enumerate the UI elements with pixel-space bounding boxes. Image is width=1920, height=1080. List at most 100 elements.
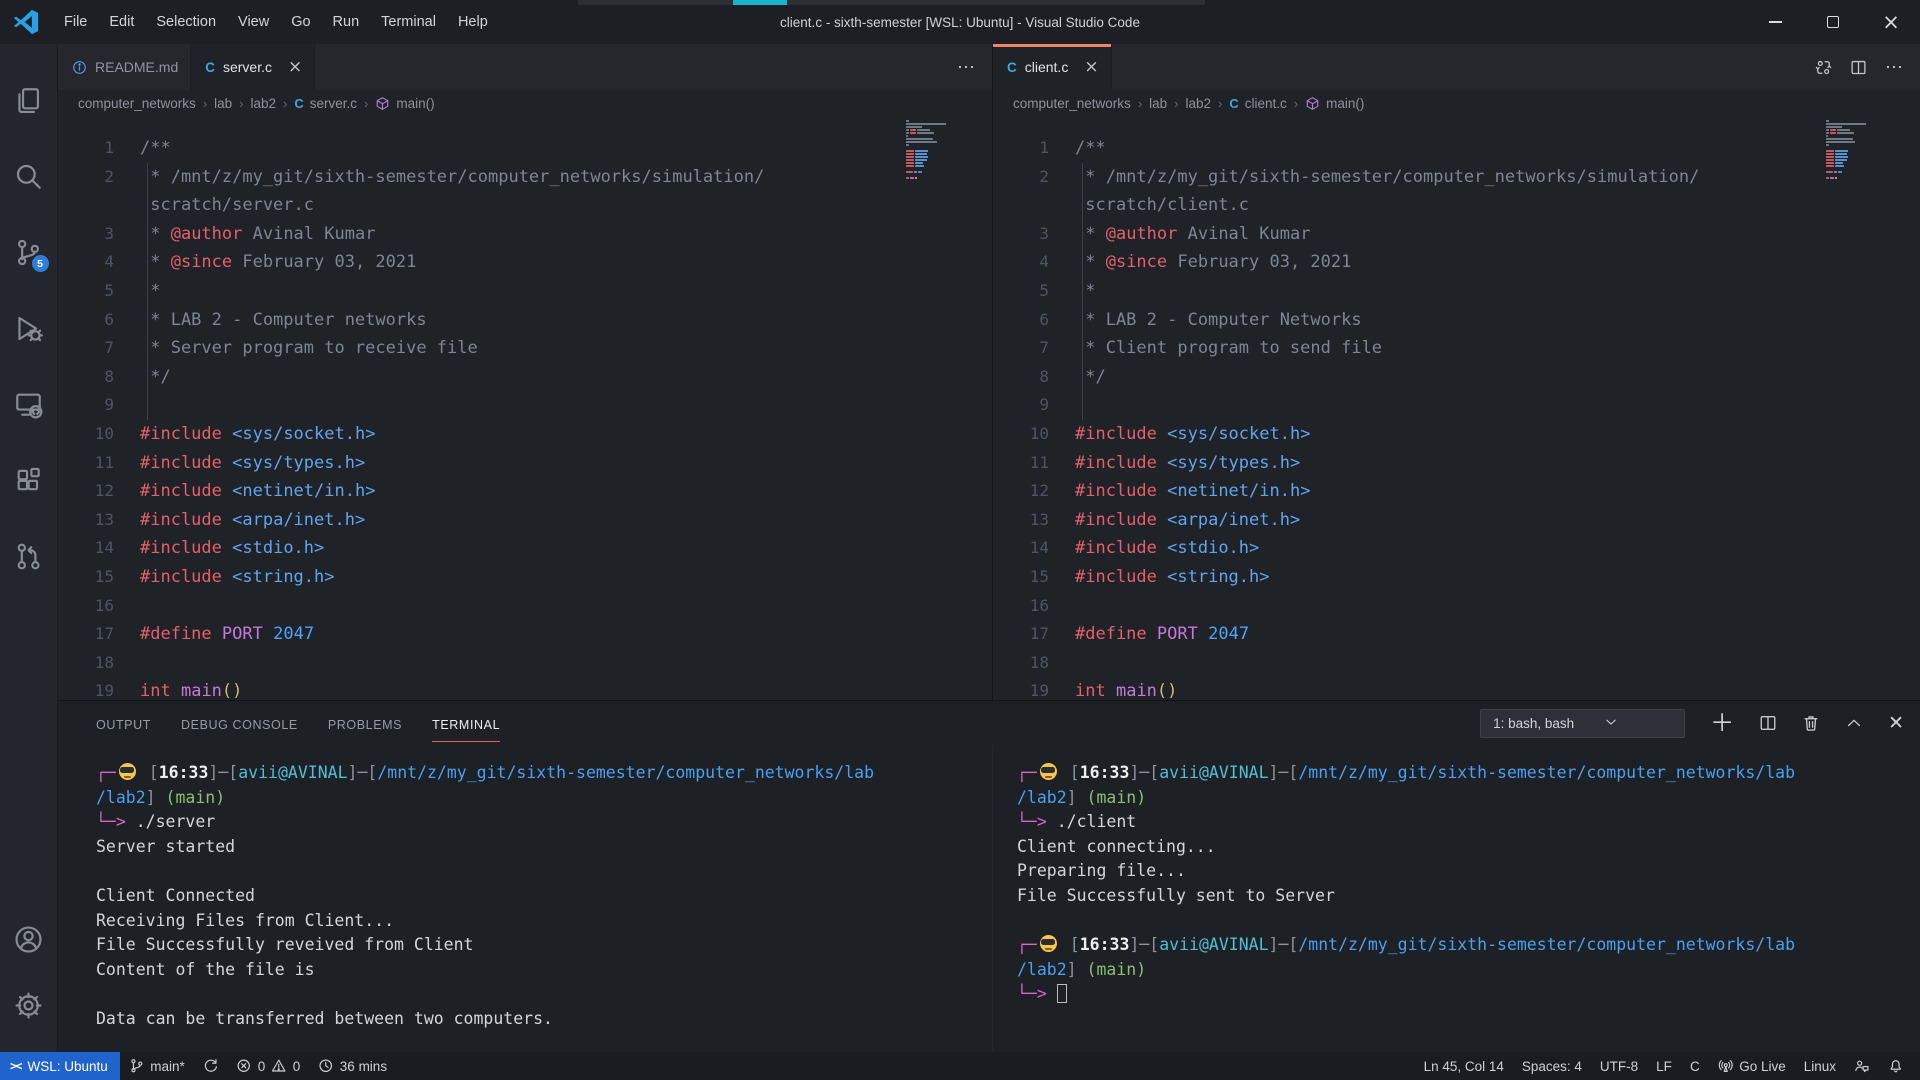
breadcrumb-item[interactable]: computer_networks	[78, 96, 196, 111]
menu-help[interactable]: Help	[447, 8, 499, 36]
panel-tab-output[interactable]: OUTPUT	[96, 705, 151, 742]
close-panel-icon[interactable]: ✕	[1888, 714, 1904, 733]
remote-indicator[interactable]: >< WSL: Ubuntu	[0, 1052, 120, 1080]
line-number: 14	[58, 534, 140, 563]
tab-label: server.c	[223, 59, 272, 75]
activity-settings[interactable]	[0, 972, 58, 1038]
terminal-cursor	[1057, 984, 1067, 1003]
indentation[interactable]: Spaces: 4	[1513, 1052, 1591, 1080]
terminal-line: /lab2] (main)	[1017, 958, 1920, 983]
status-label: UTF-8	[1600, 1059, 1638, 1074]
activity-run-and-debug[interactable]	[0, 290, 58, 366]
breadcrumb-item[interactable]: lab	[1149, 96, 1167, 111]
sunglasses-emoji-icon	[1040, 935, 1057, 952]
code-text: #include <sys/types.h>	[1075, 449, 1300, 478]
menu-go[interactable]: Go	[280, 8, 321, 36]
activity-accounts[interactable]	[0, 906, 58, 972]
close-button[interactable]: ×	[1862, 0, 1920, 44]
kill-terminal-icon[interactable]	[1802, 714, 1820, 732]
tab-README.md[interactable]: README.md	[58, 44, 191, 90]
breadcrumb-item[interactable]: lab2	[251, 96, 277, 111]
maximize-button[interactable]	[1804, 0, 1862, 44]
minimap[interactable]	[1826, 120, 1888, 180]
line-number: 7	[993, 334, 1075, 363]
menu-run[interactable]: Run	[322, 8, 371, 36]
activity-explorer[interactable]	[0, 62, 58, 138]
code-line: 7 * Server program to receive file	[58, 334, 992, 363]
terminal-pane-client[interactable]: ┌─ [16:33]─[avii@AVINAL]─[/mnt/z/my_git/…	[992, 745, 1920, 1052]
code-text: int main()	[140, 677, 242, 700]
search-icon	[14, 162, 43, 191]
breadcrumb-item[interactable]: computer_networks	[1013, 96, 1131, 111]
branch-status[interactable]: main*	[120, 1052, 194, 1080]
timer-status[interactable]: 36 mins	[309, 1052, 396, 1080]
language-mode[interactable]: C	[1681, 1052, 1709, 1080]
menu-terminal[interactable]: Terminal	[370, 8, 447, 36]
terminal-picker-label: 1: bash, bash	[1493, 716, 1574, 731]
files-icon	[14, 86, 43, 115]
panel-tab-debug-console[interactable]: DEBUG CONSOLE	[181, 705, 298, 742]
minimap-line	[906, 132, 968, 134]
breadcrumb-item[interactable]: lab2	[1186, 96, 1212, 111]
split-editor-icon[interactable]	[1850, 59, 1867, 76]
tab-close-icon[interactable]: ×	[288, 57, 302, 77]
debug-icon	[14, 314, 43, 343]
menu-file[interactable]: File	[53, 8, 98, 36]
cursor-position[interactable]: Ln 45, Col 14	[1415, 1052, 1513, 1080]
terminal-picker-dropdown[interactable]: 1: bash, bash	[1480, 709, 1685, 738]
minimap-line	[906, 168, 968, 170]
editor-server[interactable]: 1/**2 * /mnt/z/my_git/sixth-semester/com…	[58, 116, 992, 700]
menu-view[interactable]: View	[227, 8, 280, 36]
terminal-line	[96, 859, 992, 884]
breadcrumb-item[interactable]: Cclient.c	[1229, 96, 1286, 111]
menu-selection[interactable]: Selection	[145, 8, 227, 36]
activity-source-control[interactable]: 5	[0, 214, 58, 290]
minimize-button[interactable]	[1746, 0, 1804, 44]
open-changes-icon[interactable]	[1815, 59, 1832, 76]
feedback[interactable]	[1845, 1052, 1879, 1080]
minimap-line	[906, 153, 968, 155]
minimap-line	[906, 135, 968, 137]
activity-search[interactable]	[0, 138, 58, 214]
tab-server.c[interactable]: Cserver.c×	[191, 44, 315, 90]
more-actions-icon[interactable]: ⋯	[1885, 57, 1904, 78]
tab-close-icon[interactable]: ×	[1084, 57, 1098, 77]
panel-tab-terminal[interactable]: TERMINAL	[432, 705, 500, 742]
breadcrumb-item[interactable]: lab	[214, 96, 232, 111]
more-actions-icon[interactable]: ⋯	[957, 57, 976, 78]
remote-label: WSL: Ubuntu	[27, 1059, 107, 1074]
sunglasses-emoji-icon	[119, 763, 136, 780]
activity-extensions[interactable]	[0, 442, 58, 518]
activity-pull-requests[interactable]	[0, 518, 58, 594]
breadcrumb-item[interactable]: main()	[375, 96, 434, 111]
problems-status[interactable]: 00	[227, 1052, 309, 1080]
tab-client.c[interactable]: Cclient.c×	[993, 44, 1112, 90]
line-number: 11	[58, 449, 140, 478]
bottom-panel: OUTPUT DEBUG CONSOLE PROBLEMS TERMINAL 1: b…	[58, 700, 1920, 1052]
breadcrumb-item[interactable]: Cserver.c	[294, 96, 357, 111]
menu-edit[interactable]: Edit	[98, 8, 145, 36]
line-number: 3	[58, 220, 140, 249]
status-label: main*	[150, 1059, 185, 1074]
editor-client[interactable]: 1/**2 * /mnt/z/my_git/sixth-semester/com…	[993, 116, 1920, 700]
sync-status[interactable]	[194, 1052, 228, 1080]
notifications[interactable]	[1879, 1052, 1913, 1080]
minimap-line	[906, 162, 968, 164]
encoding[interactable]: UTF-8	[1591, 1052, 1647, 1080]
maximize-panel-icon[interactable]	[1845, 714, 1863, 732]
eol-selector[interactable]: LF	[1647, 1052, 1681, 1080]
remote-os[interactable]: Linux	[1795, 1052, 1845, 1080]
go-live[interactable]: Go Live	[1709, 1052, 1795, 1080]
split-terminal-icon[interactable]	[1759, 714, 1777, 732]
panel-tab-problems[interactable]: PROBLEMS	[328, 705, 402, 742]
new-terminal-icon[interactable]: ＋	[1710, 711, 1734, 735]
minimap[interactable]	[906, 120, 968, 180]
clock-icon	[318, 1058, 334, 1074]
editor-area: README.mdCserver.c×⋯computer_networks›la…	[58, 44, 1920, 700]
activity-remote-explorer[interactable]	[0, 366, 58, 442]
status-left: main* 0036 mins	[120, 1052, 396, 1080]
terminal-pane-server[interactable]: ┌─ [16:33]─[avii@AVINAL]─[/mnt/z/my_git/…	[58, 745, 992, 1052]
line-number: 2	[993, 163, 1075, 192]
breadcrumb-item[interactable]: main()	[1305, 96, 1364, 111]
code-line: 18	[993, 649, 1920, 678]
